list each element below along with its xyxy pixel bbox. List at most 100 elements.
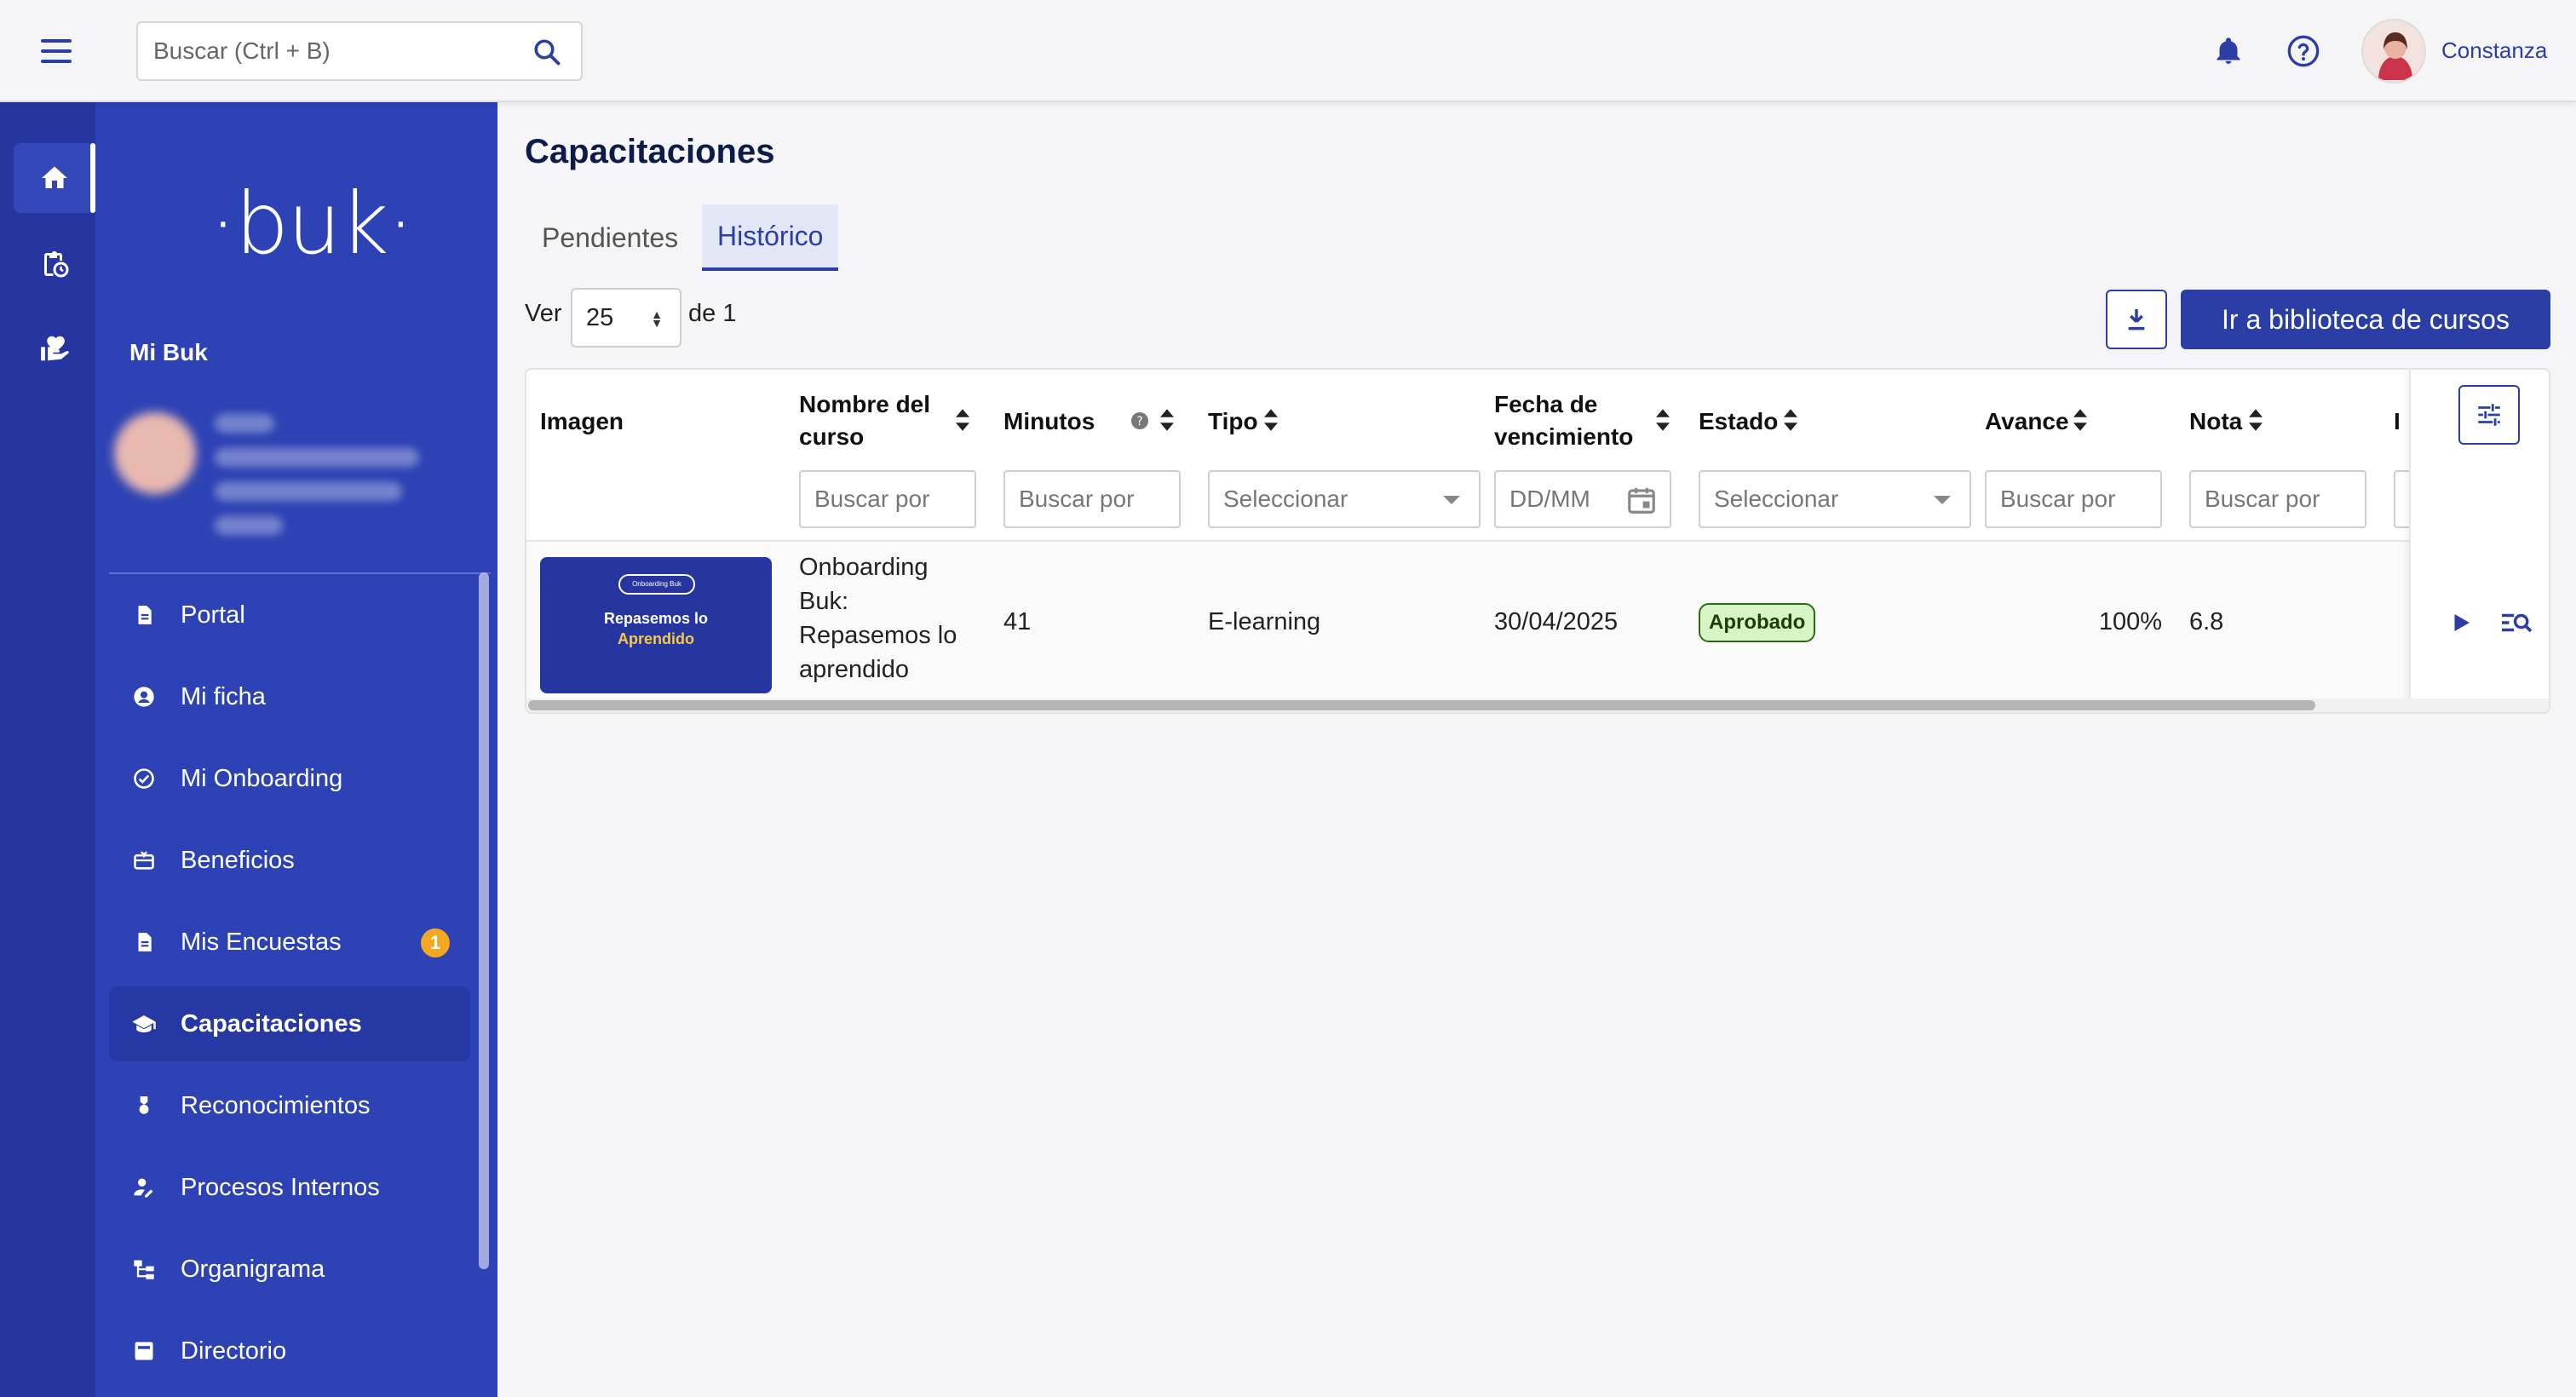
cell-avance: 100%	[2098, 608, 2162, 635]
course-library-button[interactable]: Ir a biblioteca de cursos	[2181, 290, 2550, 349]
bell-icon[interactable]	[2213, 34, 2244, 68]
profile-blurred-text	[215, 516, 283, 535]
tune-icon	[2478, 404, 2500, 426]
home-icon	[42, 166, 67, 188]
filter-estado[interactable]: Seleccionar	[1699, 470, 1971, 528]
avatar[interactable]	[2361, 19, 2426, 83]
sort-icon[interactable]	[1656, 409, 1670, 431]
sidebar-item-label: Organigrama	[181, 1255, 325, 1283]
column-header-minutos[interactable]: Minutos	[1003, 405, 1095, 438]
profile-blurred-text	[215, 482, 402, 501]
page-size-label: Ver	[525, 300, 562, 327]
column-header-text: Fecha de	[1494, 391, 1598, 417]
sort-icon[interactable]	[1160, 409, 1174, 431]
clipboard-rail-button[interactable]	[14, 228, 95, 298]
cell-nombre[interactable]: Onboarding Buk: Repasemos lo aprendido	[799, 550, 957, 687]
column-header-avance[interactable]: Avance	[1985, 405, 2069, 438]
column-header-text: Nombre del	[799, 391, 931, 417]
sidebar-section-title: Mi Buk	[129, 339, 208, 365]
cell-nombre-line: aprendido	[799, 656, 909, 683]
filter-nombre[interactable]: Buscar por	[799, 470, 976, 528]
sort-icon[interactable]	[1784, 409, 1797, 431]
column-header-nombre[interactable]: Nombre del curso	[799, 388, 930, 453]
filter-avance[interactable]: Buscar por	[1985, 470, 2162, 528]
view-details-icon[interactable]	[2499, 608, 2533, 637]
tab-historico[interactable]: Histórico	[702, 204, 839, 271]
cell-fecha: 30/04/2025	[1494, 608, 1619, 635]
filter-fecha-placeholder: DD/MM	[1509, 486, 1590, 512]
sidebar-item-label: Mi ficha	[181, 682, 266, 710]
course-thumbnail-tag: Onboarding Buk	[618, 574, 695, 595]
page-count-label: de 1	[688, 300, 737, 327]
sort-icon[interactable]	[1264, 409, 1278, 431]
sidebar-item-mi-ficha[interactable]: Mi ficha	[109, 659, 470, 734]
global-search[interactable]	[136, 21, 583, 81]
course-thumbnail-subtitle: Aprendido	[618, 630, 694, 647]
sidebar-item-directorio[interactable]: Directorio	[109, 1314, 470, 1388]
dropdown-arrow-icon	[1934, 496, 1951, 504]
filter-tipo[interactable]: Seleccionar	[1208, 470, 1481, 528]
org-chart-icon	[131, 1256, 157, 1282]
sidebar-nav: Portal Mi ficha Mi Onboarding Beneficios…	[109, 578, 470, 1395]
course-thumbnail[interactable]: Onboarding Buk Repasemos lo Aprendido	[540, 557, 772, 693]
gift-card-icon	[131, 848, 157, 873]
search-input[interactable]	[153, 23, 511, 79]
download-icon	[2128, 309, 2145, 331]
document-icon	[131, 929, 157, 955]
play-icon[interactable]	[2448, 610, 2474, 635]
sidebar: ·buk· Mi Buk Portal Mi ficha Mi Onboardi…	[95, 102, 497, 1397]
help-icon[interactable]	[2286, 34, 2320, 68]
filter-fecha[interactable]: DD/MM	[1494, 470, 1671, 528]
sidebar-scrollbar[interactable]	[479, 572, 489, 1269]
sidebar-item-label: Reconocimientos	[181, 1091, 371, 1119]
sidebar-item-organigrama[interactable]: Organigrama	[109, 1232, 470, 1307]
buk-logo[interactable]: ·buk·	[210, 174, 414, 273]
sidebar-item-label: Procesos Internos	[181, 1173, 380, 1201]
filter-tipo-value: Seleccionar	[1223, 486, 1348, 512]
page-size-value: 25	[586, 303, 614, 331]
school-icon	[131, 1011, 157, 1037]
sort-icon[interactable]	[956, 409, 969, 431]
column-header-tipo[interactable]: Tipo	[1208, 405, 1258, 438]
sidebar-item-reconocimientos[interactable]: Reconocimientos	[109, 1068, 470, 1143]
column-header-nota[interactable]: Nota	[2189, 405, 2242, 438]
column-header-estado[interactable]: Estado	[1699, 405, 1778, 438]
sort-icon[interactable]	[2073, 409, 2087, 431]
sidebar-item-procesos-internos[interactable]: Procesos Internos	[109, 1150, 470, 1225]
sidebar-item-beneficios[interactable]: Beneficios	[109, 823, 470, 898]
sidebar-item-capacitaciones[interactable]: Capacitaciones	[109, 986, 470, 1061]
clipboard-clock-icon	[44, 250, 69, 278]
tab-pendientes[interactable]: Pendientes	[526, 204, 693, 271]
filter-estado-value: Seleccionar	[1714, 486, 1839, 512]
medal-icon	[131, 1093, 157, 1118]
sidebar-item-mis-encuestas[interactable]: Mis Encuestas 1	[109, 905, 470, 980]
sort-arrows-icon: ▲ ▼	[651, 308, 663, 330]
profile-avatar[interactable]	[114, 412, 196, 494]
info-icon[interactable]: ?	[1130, 411, 1150, 431]
sidebar-item-mi-onboarding[interactable]: Mi Onboarding	[109, 741, 470, 816]
check-circle-icon	[131, 766, 157, 791]
table-scrollbar-thumb[interactable]	[528, 700, 2315, 710]
home-rail-button[interactable]	[14, 143, 95, 213]
page-title: Capacitaciones	[525, 133, 775, 170]
download-button[interactable]	[2106, 290, 2167, 349]
calendar-icon[interactable]	[1625, 484, 1658, 516]
column-settings-button[interactable]	[2458, 385, 2520, 445]
sidebar-item-portal[interactable]: Portal	[109, 578, 470, 653]
page-size-select[interactable]: 25 ▲ ▼	[571, 288, 681, 348]
dropdown-arrow-icon	[1443, 496, 1460, 504]
search-icon[interactable]	[532, 37, 562, 67]
column-header-fecha[interactable]: Fecha de vencimiento	[1494, 388, 1633, 453]
column-header-text: curso	[799, 423, 865, 450]
sidebar-item-label: Portal	[181, 601, 245, 629]
cell-minutos: 41	[1003, 608, 1032, 635]
account-circle-icon	[131, 684, 157, 710]
menu-icon[interactable]	[41, 39, 72, 63]
filter-minutos[interactable]: Buscar por	[1003, 470, 1181, 528]
courses-table: Imagen Nombre del curso Minutos ? Tipo F…	[525, 368, 2550, 714]
user-name[interactable]: Constanza	[2441, 37, 2547, 64]
volunteer-rail-button[interactable]	[14, 313, 95, 383]
cell-nota: 6.8	[2189, 608, 2224, 635]
filter-nota[interactable]: Buscar por	[2189, 470, 2366, 528]
sort-icon[interactable]	[2249, 409, 2263, 431]
